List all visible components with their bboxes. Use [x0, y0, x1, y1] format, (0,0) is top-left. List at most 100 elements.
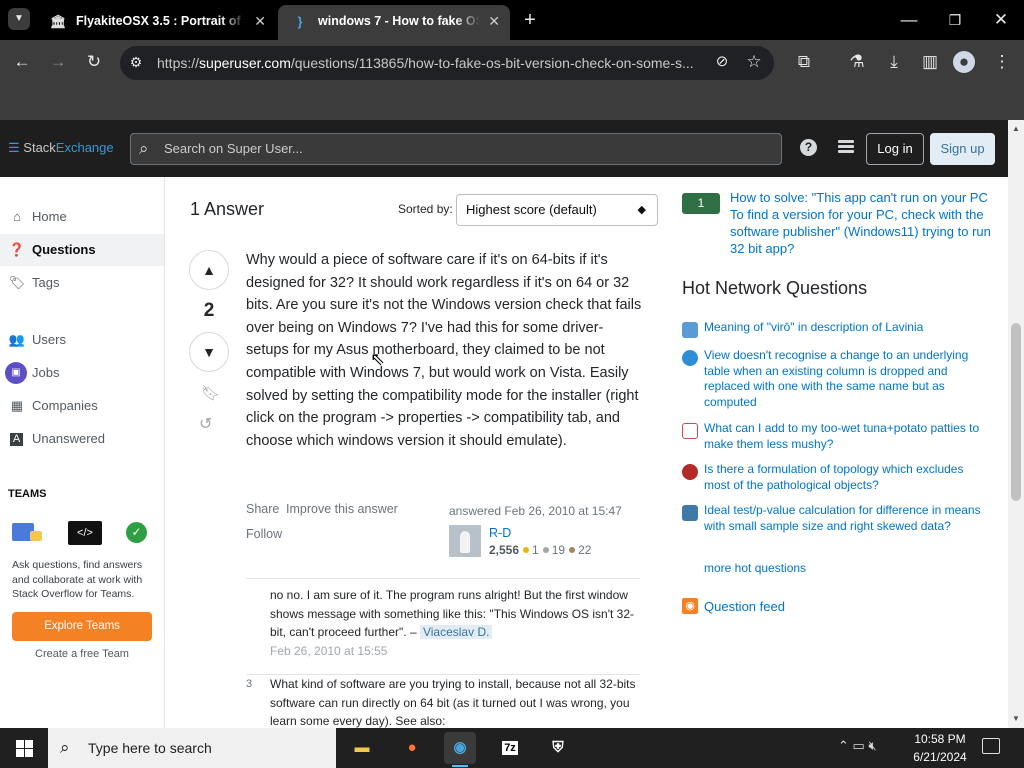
chrome-icon[interactable]: ◉ — [444, 732, 476, 767]
building-icon: ▦ — [10, 398, 24, 413]
tab-2[interactable]: } windows 7 - How to fake OS bit ✕ — [278, 5, 510, 40]
logo-text-b: Exchange — [55, 140, 114, 155]
7zip-icon[interactable]: 7z — [494, 732, 526, 764]
scrollbar-thumb[interactable] — [1011, 323, 1021, 501]
chevron-up-icon[interactable]: ⌃ — [838, 738, 849, 753]
start-button[interactable] — [0, 728, 48, 768]
sort-select[interactable]: Highest score (default) ◆ — [456, 194, 658, 226]
nav-tags[interactable]: 🏷 Tags — [0, 267, 164, 299]
nav-questions[interactable]: ❓ Questions — [0, 234, 164, 266]
reload-icon[interactable]: ↻ — [82, 50, 106, 74]
bronze-badge-count: 22 — [578, 543, 592, 557]
comment-date[interactable]: Feb 26, 2010 at 15:55 — [270, 644, 387, 658]
comments-section: no no. I am sure of it. The program runs… — [246, 578, 640, 728]
answered-timestamp: answered Feb 26, 2010 at 15:47 — [449, 504, 622, 518]
teams-illustration: </> ✓ — [12, 521, 152, 551]
nav-home[interactable]: ⌂ Home — [0, 201, 164, 233]
tab-1[interactable]: 🏛 FlyakiteOSX 3.5 : Portrait of a M ✕ — [36, 5, 276, 40]
scroll-up-icon[interactable]: ▲ — [1012, 124, 1020, 133]
bookmark-icon[interactable]: 🔖︎ — [201, 384, 220, 404]
extensions-icon[interactable]: ⧉ — [792, 50, 816, 74]
comment-user-link[interactable]: Viaceslav D. — [419, 625, 493, 640]
stackexchange-logo[interactable]: ☰ StackExchange — [8, 140, 114, 156]
taskbar-clock[interactable]: 10:58 PM 6/21/2024 — [905, 730, 975, 766]
volume-muted-icon[interactable]: 🔇︎ — [868, 738, 876, 753]
url-path: /questions/113865/how-to-fake-os-bit-ver… — [290, 55, 694, 71]
nav-users[interactable]: 👥 Users — [0, 324, 164, 356]
rss-feed-icon: ◉ — [682, 598, 698, 614]
latin-site-icon — [682, 322, 698, 338]
follow-link[interactable]: Follow — [246, 527, 282, 541]
nav-label: Users — [32, 332, 66, 347]
upvote-button[interactable]: ▲ — [189, 250, 229, 290]
downvote-button[interactable]: ▼ — [189, 332, 229, 372]
login-button[interactable]: Log in — [866, 133, 924, 165]
download-icon[interactable]: ⤓ — [882, 50, 906, 74]
nav-jobs[interactable]: ▣ Jobs — [0, 357, 164, 389]
hot-question-title[interactable]: Ideal test/p-value calculation for diffe… — [704, 503, 984, 534]
user-name-link[interactable]: R-D — [489, 526, 511, 540]
sorted-by-label: Sorted by: — [398, 202, 453, 216]
history-icon[interactable]: ↺ — [199, 414, 219, 434]
comment-body: What kind of software are you trying to … — [270, 675, 640, 728]
labs-flask-icon[interactable]: ⚗ — [845, 50, 869, 74]
eye-off-icon[interactable]: ⊘ — [710, 50, 734, 74]
stackexchange-switcher-icon[interactable] — [838, 140, 854, 156]
nav-unanswered[interactable]: A Unanswered — [0, 423, 164, 455]
minimize-icon[interactable]: — — [897, 8, 921, 32]
question-feed-link[interactable]: Question feed — [704, 599, 785, 614]
address-url[interactable]: https://superuser.com/questions/113865/h… — [157, 55, 707, 71]
more-hot-questions-link[interactable]: more hot questions — [704, 561, 806, 575]
restore-icon[interactable]: ❐ — [943, 8, 967, 32]
create-free-team-link[interactable]: Create a free Team — [12, 648, 152, 660]
close-window-icon[interactable]: ✕ — [989, 8, 1013, 32]
help-icon[interactable]: ? — [800, 139, 817, 156]
clock-time: 10:58 PM — [914, 732, 966, 746]
comment: 3 What kind of software are you trying t… — [246, 674, 640, 728]
user-avatar[interactable] — [449, 525, 481, 557]
search-icon: ⌕ — [139, 139, 149, 158]
hot-question-title[interactable]: View doesn't recognise a change to an un… — [704, 348, 984, 410]
bookmarks-bar — [0, 85, 1024, 120]
file-explorer-icon[interactable]: ▬ — [346, 732, 378, 764]
security-shield-icon[interactable]: ⛨ — [542, 732, 574, 764]
linked-question-link[interactable]: How to solve: "This app can't run on you… — [730, 189, 992, 257]
scroll-down-icon[interactable]: ▼ — [1012, 714, 1020, 723]
unanswered-icon: A — [10, 433, 23, 446]
check-icon: ✓ — [126, 522, 147, 543]
hamburger-icon: ☰ — [8, 140, 24, 155]
hot-question-title[interactable]: What can I add to my too-wet tuna+potato… — [704, 421, 984, 452]
site-info-icon[interactable]: ⚙ — [124, 50, 148, 74]
code-icon: </> — [68, 521, 102, 545]
improve-answer-link[interactable]: Improve this answer — [286, 502, 398, 516]
signup-button[interactable]: Sign up — [930, 133, 995, 165]
tag-icon: 🏷 — [8, 275, 26, 290]
taskbar-search-box[interactable]: ⌕ Type here to search — [48, 728, 336, 768]
firefox-icon[interactable]: ● — [396, 732, 428, 764]
notification-icon[interactable] — [982, 738, 1000, 754]
url-domain: superuser.com — [199, 55, 291, 71]
close-icon[interactable]: ✕ — [488, 5, 500, 37]
url-prefix: https:// — [157, 55, 200, 71]
bookmark-star-icon[interactable]: ☆ — [742, 50, 766, 74]
side-panel-icon[interactable]: ▥ — [918, 50, 942, 74]
nav-label: Companies — [32, 398, 98, 413]
menu-kebab-icon[interactable]: ⋮ — [990, 50, 1014, 74]
back-arrow-icon[interactable]: ← — [10, 50, 34, 74]
explore-teams-button[interactable]: Explore Teams — [12, 612, 152, 641]
nav-companies[interactable]: ▦ Companies — [0, 390, 164, 422]
system-tray[interactable]: ⌃ ▭ 🔇︎ — [838, 738, 877, 754]
network-icon[interactable]: ▭ — [853, 738, 865, 753]
site-search-input[interactable]: ⌕ Search on Super User... — [130, 133, 782, 165]
close-icon[interactable]: ✕ — [254, 5, 266, 37]
left-sidebar: ⌂ Home ❓ Questions 🏷 Tags 👥 Users ▣ Jobs ▦ Com… — [0, 177, 165, 728]
new-tab-plus-icon[interactable]: + — [518, 8, 542, 32]
share-link[interactable]: Share — [246, 502, 279, 516]
hot-question-title[interactable]: Is there a formulation of topology which… — [704, 462, 984, 493]
profile-avatar-icon[interactable]: ● — [953, 51, 975, 73]
hot-question-title[interactable]: Meaning of "virō" in description of Lavi… — [704, 320, 984, 336]
tab-search-button[interactable]: ▼ — [8, 8, 30, 30]
search-placeholder: Search on Super User... — [164, 141, 303, 156]
forward-arrow-icon[interactable]: → — [46, 50, 70, 74]
silver-badge-count: 19 — [551, 543, 566, 557]
